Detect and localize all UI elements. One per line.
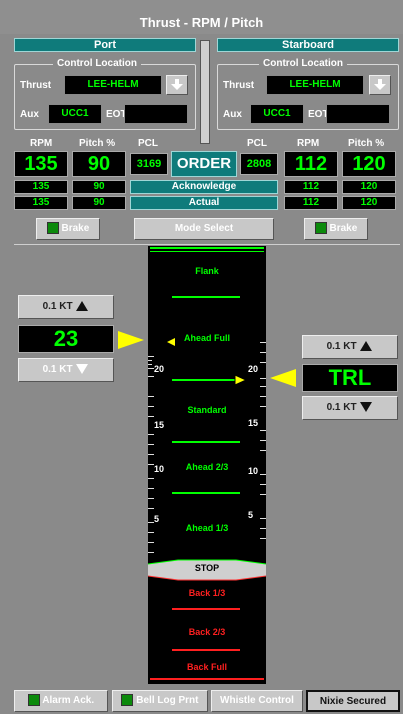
port-rpm-actual: 135	[14, 196, 68, 210]
scale-top-line	[150, 247, 264, 249]
engine-order-telegraph: 20 15 10 5 20 15 10 5 Flank Ahead Full S…	[148, 246, 266, 684]
port-pitch-label: Pitch %	[79, 138, 116, 149]
port-thrust-label: Thrust	[20, 80, 52, 91]
port-brake-label: Brake	[61, 223, 90, 234]
scale-right-5: 5	[248, 510, 254, 520]
order-back-full[interactable]: Back Full	[148, 662, 266, 672]
whistle-control-button[interactable]: Whistle Control	[211, 690, 303, 712]
right-speed-pointer-icon	[270, 369, 296, 387]
order-divider-6	[172, 649, 240, 651]
port-pitch-actual: 90	[72, 196, 126, 210]
starboard-aux-value: UCC1	[250, 104, 304, 124]
arrow-down-icon	[374, 79, 386, 90]
starboard-pcl-value: 2808	[240, 153, 278, 175]
starboard-thrust-dropdown-button[interactable]	[369, 75, 391, 95]
port-rpm-order: 135	[14, 151, 68, 177]
starboard-thrust-label: Thrust	[223, 80, 255, 91]
starboard-pitch-actual: 120	[342, 196, 396, 210]
nixie-secured-button[interactable]: Nixie Secured	[306, 690, 400, 712]
starboard-eot-value	[326, 104, 390, 124]
right-speed-decrease-label: 0.1 KT	[326, 402, 357, 413]
port-aux-label: Aux	[20, 109, 39, 120]
port-header: Port	[14, 38, 196, 52]
port-control-location-label: Control Location	[53, 58, 141, 69]
order-divider-4	[172, 492, 240, 494]
port-eot-value	[124, 104, 188, 124]
arrow-down-icon	[171, 79, 183, 90]
starboard-rpm-label: RPM	[297, 138, 320, 149]
order-label: ORDER	[171, 151, 237, 177]
starboard-brake-label: Brake	[329, 223, 358, 234]
alarm-ack-label: Alarm Ack.	[42, 695, 95, 706]
scale-right-20: 20	[248, 364, 259, 374]
port-thrust-location: LEE-HELM	[64, 75, 162, 95]
right-speed-increase-label: 0.1 KT	[326, 341, 357, 352]
order-stop[interactable]: STOP	[148, 563, 266, 573]
starboard-pitch-order: 120	[342, 151, 396, 177]
left-speed-decrease-label: 0.1 KT	[42, 364, 73, 375]
order-back-2-3[interactable]: Back 2/3	[148, 627, 266, 637]
acknowledge-label[interactable]: Acknowledge	[130, 180, 278, 194]
alarm-ack-indicator	[27, 694, 40, 707]
port-pcl-label: PCL	[138, 138, 158, 149]
left-speed-increase-button[interactable]: 0.1 KT	[18, 295, 114, 319]
starboard-control-location-label: Control Location	[259, 58, 347, 69]
alarm-ack-button[interactable]: Alarm Ack.	[14, 690, 108, 712]
order-divider-2	[172, 379, 240, 381]
center-divider	[200, 40, 210, 144]
bell-log-print-button[interactable]: Bell Log Prnt	[112, 690, 208, 712]
scale-right-15: 15	[248, 418, 259, 428]
left-speed-decrease-button[interactable]: 0.1 KT	[18, 358, 114, 382]
triangle-down-icon	[76, 364, 89, 375]
triangle-up-icon	[360, 341, 373, 352]
starboard-brake-indicator	[314, 222, 327, 235]
triangle-down-icon	[360, 402, 373, 413]
actual-marker-icon	[234, 374, 248, 386]
right-speed-decrease-button[interactable]: 0.1 KT	[302, 396, 398, 420]
starboard-aux-label: Aux	[223, 109, 242, 120]
order-standard[interactable]: Standard	[148, 405, 266, 415]
scale-top-line-2	[150, 251, 264, 252]
starboard-rpm-order: 112	[284, 151, 338, 177]
order-marker-icon	[167, 338, 175, 346]
left-speed-increase-label: 0.1 KT	[42, 301, 73, 312]
port-rpm-label: RPM	[30, 138, 53, 149]
left-speed-pointer-icon	[118, 331, 144, 349]
starboard-thrust-location: LEE-HELM	[266, 75, 364, 95]
port-aux-value: UCC1	[48, 104, 102, 124]
order-back-1-3[interactable]: Back 1/3	[148, 588, 266, 598]
actual-label: Actual	[130, 196, 278, 210]
port-pitch-order: 90	[72, 151, 126, 177]
scale-left-20: 20	[154, 364, 165, 374]
starboard-rpm-ack: 112	[284, 180, 338, 194]
starboard-pitch-ack: 120	[342, 180, 396, 194]
mode-select-button[interactable]: Mode Select	[134, 218, 274, 240]
right-speed-value: TRL	[302, 364, 398, 392]
scale-left-15: 15	[154, 420, 165, 430]
triangle-up-icon	[76, 301, 89, 312]
order-divider-1	[172, 296, 240, 298]
port-rpm-ack: 135	[14, 180, 68, 194]
port-brake-button[interactable]: Brake	[36, 218, 100, 240]
starboard-header: Starboard	[217, 38, 399, 52]
port-pcl-value: 3169	[130, 153, 168, 175]
window-title: Thrust - RPM / Pitch	[0, 0, 403, 34]
bell-log-label: Bell Log Prnt	[136, 695, 199, 706]
scale-bottom-line	[150, 678, 264, 680]
order-ahead-1-3[interactable]: Ahead 1/3	[148, 523, 266, 533]
starboard-brake-button[interactable]: Brake	[304, 218, 368, 240]
left-speed-value: 23	[18, 325, 114, 353]
right-speed-increase-button[interactable]: 0.1 KT	[302, 335, 398, 359]
order-divider-3	[172, 441, 240, 443]
port-pitch-ack: 90	[72, 180, 126, 194]
starboard-pcl-label: PCL	[247, 138, 267, 149]
starboard-rpm-actual: 112	[284, 196, 338, 210]
starboard-pitch-label: Pitch %	[348, 138, 385, 149]
order-divider-5	[172, 608, 240, 610]
port-thrust-dropdown-button[interactable]	[166, 75, 188, 95]
order-flank[interactable]: Flank	[148, 266, 266, 276]
order-ahead-2-3[interactable]: Ahead 2/3	[148, 462, 266, 472]
port-brake-indicator	[46, 222, 59, 235]
bell-log-indicator	[121, 694, 134, 707]
